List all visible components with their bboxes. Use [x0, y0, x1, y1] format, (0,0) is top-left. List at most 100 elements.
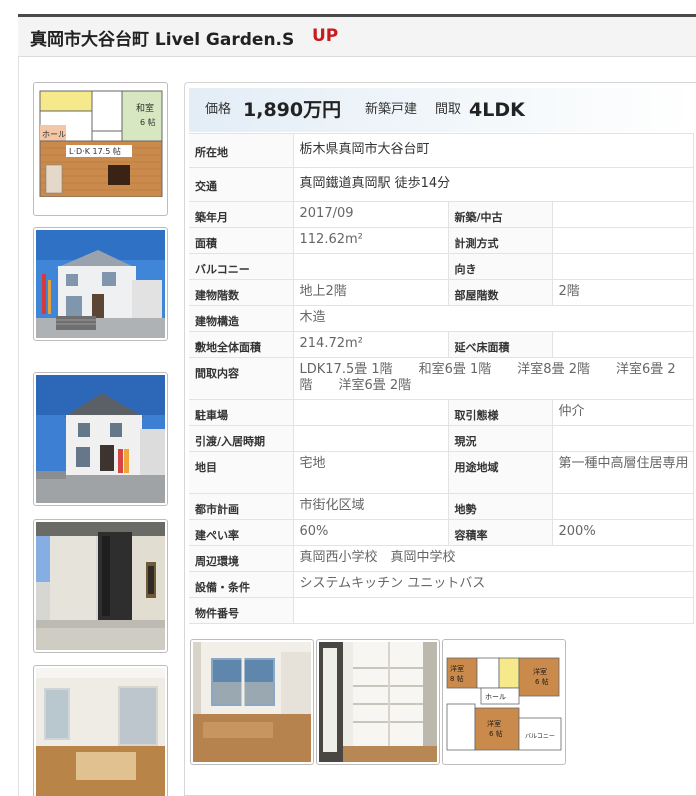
equipment-value: システムキッチン ユニットバス	[293, 571, 694, 598]
table-row: 設備・条件 システムキッチン ユニットバス	[189, 571, 694, 598]
exterior-side-image	[36, 375, 165, 503]
address-label: 所在地	[189, 133, 294, 168]
measure-value	[552, 227, 694, 254]
city-plan-label: 都市計画	[189, 493, 294, 520]
layout-value: 4LDK	[469, 99, 525, 121]
direction-label: 向き	[448, 253, 553, 280]
surroundings-label: 周辺環境	[189, 545, 294, 572]
handover-value	[293, 425, 449, 452]
transaction-value: 仲介	[552, 399, 694, 426]
coverage-label: 建ぺい率	[189, 519, 294, 546]
parking-label: 駐車場	[189, 399, 294, 426]
far-value: 200%	[552, 519, 694, 546]
floorplan-2f-image: 洋室 8 帖 洋室 6 帖 ホール 洋室 6 帖 バルコニー	[445, 642, 563, 762]
price-label: 価格	[205, 102, 232, 117]
table-row: 周辺環境 真岡西小学校 真岡中学校	[189, 545, 694, 572]
floorplan-ldk-label: L·D·K 17.5 帖	[69, 146, 121, 156]
table-row: 建物階数 地上2階 部屋階数 2階	[189, 279, 694, 306]
transport-value: 真岡鐵道真岡駅 徒歩14分	[293, 167, 694, 202]
table-row: 間取内容 LDK17.5畳 1階 和室6畳 1階 洋室8畳 2階 洋室6畳 2階…	[189, 357, 694, 400]
total-floor-value	[552, 331, 694, 358]
land-category-value: 宅地	[293, 451, 449, 494]
entrance-image	[36, 522, 165, 650]
direction-value	[552, 253, 694, 280]
closet-image	[319, 642, 437, 762]
parking-value	[293, 399, 449, 426]
terrain-value	[552, 493, 694, 520]
gallery-photo-room[interactable]	[190, 639, 314, 765]
floorplan-washitsu-label: 和室	[136, 102, 154, 114]
floorplan-yoshitsu-label-1: 洋室	[450, 664, 464, 673]
gallery-photo-floorplan[interactable]: 洋室 8 帖 洋室 6 帖 ホール 洋室 6 帖 バルコニー	[442, 639, 566, 765]
property-type: 新築戸建	[365, 102, 418, 117]
floors-value: 地上2階	[293, 279, 449, 306]
thumbnail-entrance[interactable]	[33, 519, 168, 653]
new-used-label: 新築/中古	[448, 201, 553, 228]
structure-label: 建物構造	[189, 305, 294, 332]
price-value: 1,890万円	[243, 99, 342, 121]
thumbnail-exterior-side[interactable]	[33, 372, 168, 506]
balcony-label: バルコニー	[189, 253, 294, 280]
floorplan-hall-label: ホール	[42, 130, 66, 139]
floorplan-balcony-label: バルコニー	[525, 733, 555, 740]
thumbnail-exterior-front[interactable]	[33, 227, 168, 341]
total-floor-label: 延べ床面積	[448, 331, 553, 358]
far-label: 容積率	[448, 519, 553, 546]
built-label: 築年月	[189, 201, 294, 228]
thumbnail-floorplan[interactable]: 和室 6 帖 ホール L·D·K 17.5 帖	[33, 82, 168, 216]
property-no-value	[293, 597, 694, 624]
left-divider	[18, 57, 19, 796]
spec-table: 所在地 栃木県真岡市大谷台町 交通 真岡鐵道真岡駅 徒歩14分 築年月 2017…	[189, 133, 694, 624]
update-badge: UP	[312, 26, 339, 46]
zoning-value: 第一種中高層住居専用	[552, 451, 694, 494]
floorplan-yoshitsu-size-1: 8 帖	[450, 674, 464, 683]
living-room-image	[36, 668, 165, 796]
structure-value: 木造	[293, 305, 694, 332]
built-value: 2017/09	[293, 201, 449, 228]
address-value: 栃木県真岡市大谷台町	[293, 133, 694, 168]
table-row: 地目 宅地 用途地域 第一種中高層住居専用	[189, 451, 694, 494]
rooms-label: 間取内容	[189, 357, 294, 400]
transport-label: 交通	[189, 167, 294, 202]
area-value: 112.62m²	[293, 227, 449, 254]
table-row: 交通 真岡鐵道真岡駅 徒歩14分	[189, 167, 694, 202]
floorplan-1f-image: 和室 6 帖 ホール L·D·K 17.5 帖	[36, 85, 165, 213]
table-row: 物件番号	[189, 597, 694, 624]
land-category-label: 地目	[189, 451, 294, 494]
terrain-label: 地勢	[448, 493, 553, 520]
floorplan-yoshitsu-size-3: 6 帖	[489, 729, 503, 738]
coverage-value: 60%	[293, 519, 449, 546]
floorplan-yoshitsu-label-2: 洋室	[533, 667, 547, 676]
table-row: 所在地 栃木県真岡市大谷台町	[189, 133, 694, 168]
table-row: 敷地全体面積 214.72m² 延べ床面積	[189, 331, 694, 358]
page-header: 真岡市大谷台町 Livel Garden.S UP	[18, 17, 696, 57]
area-label: 面積	[189, 227, 294, 254]
table-row: 引渡/入居時期 現況	[189, 425, 694, 452]
floors-label: 建物階数	[189, 279, 294, 306]
layout-label: 間取	[435, 102, 462, 117]
table-row: 面積 112.62m² 計測方式	[189, 227, 694, 254]
table-row: 建ぺい率 60% 容積率 200%	[189, 519, 694, 546]
zoning-label: 用途地域	[448, 451, 553, 494]
photo-gallery: 洋室 8 帖 洋室 6 帖 ホール 洋室 6 帖 バルコニー	[190, 639, 570, 765]
room-floor-label: 部屋階数	[448, 279, 553, 306]
room-floor-value: 2階	[552, 279, 694, 306]
table-row: 築年月 2017/09 新築/中古	[189, 201, 694, 228]
handover-label: 引渡/入居時期	[189, 425, 294, 452]
property-detail-panel: 価格 1,890万円 新築戸建 間取 4LDK 所在地 栃木県真岡市大谷台町 交…	[184, 82, 696, 796]
table-row: 建物構造 木造	[189, 305, 694, 332]
gallery-photo-closet[interactable]	[316, 639, 440, 765]
balcony-value	[293, 253, 449, 280]
status-value	[552, 425, 694, 452]
floorplan-yoshitsu-label-3: 洋室	[487, 719, 501, 728]
measure-label: 計測方式	[448, 227, 553, 254]
thumbnail-living-room[interactable]	[33, 665, 168, 796]
table-row: 都市計画 市街化区域 地勢	[189, 493, 694, 520]
table-row: バルコニー 向き	[189, 253, 694, 280]
city-plan-value: 市街化区域	[293, 493, 449, 520]
floorplan-washitsu-size: 6 帖	[140, 117, 156, 127]
equipment-label: 設備・条件	[189, 571, 294, 598]
floorplan-hall-label-2f: ホール	[485, 693, 506, 701]
status-label: 現況	[448, 425, 553, 452]
new-used-value	[552, 201, 694, 228]
